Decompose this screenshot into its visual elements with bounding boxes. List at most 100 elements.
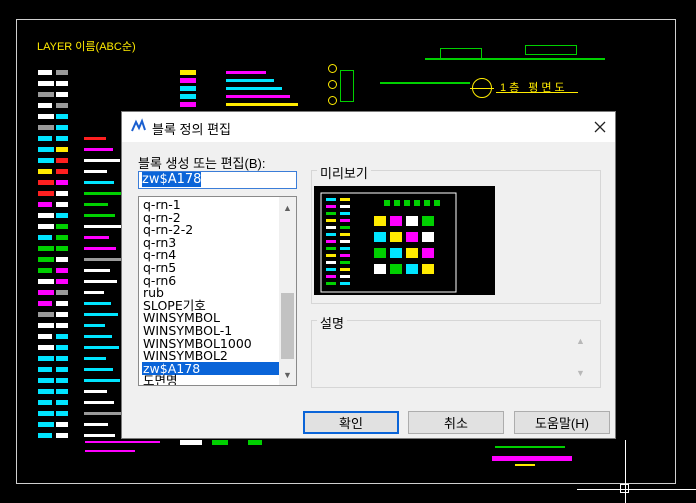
legend-text-line (84, 280, 117, 283)
preview-mark (424, 200, 430, 206)
legend-swatch (56, 191, 68, 196)
preview-mark (406, 248, 418, 258)
preview-mark (340, 219, 350, 222)
legend-swatch (56, 246, 68, 251)
legend-swatch (38, 367, 52, 372)
legend-swatch (38, 180, 54, 185)
preview-mark (406, 232, 418, 242)
legend-text-line (84, 214, 115, 217)
legend-swatch (38, 191, 54, 196)
dialog-title: 블록 정의 편집 (152, 122, 231, 137)
block-list-item[interactable]: 도면명 (142, 374, 280, 385)
legend-swatch (38, 301, 52, 306)
preview-mark (326, 261, 336, 264)
legend-swatch (38, 213, 54, 218)
legend-swatch (56, 268, 68, 273)
legend-text-line (84, 148, 113, 151)
legend-text-line (84, 159, 120, 162)
legend-swatch (56, 224, 68, 229)
legend-swatch (38, 103, 52, 108)
legend-text-line (84, 313, 118, 316)
legend-swatch (56, 213, 68, 218)
legend-swatch (56, 158, 68, 163)
legend-swatch (56, 114, 68, 119)
legend-text-line (84, 368, 113, 371)
preview-mark (422, 264, 434, 274)
block-name-input[interactable]: zw$A178 (138, 171, 297, 189)
legend-swatch (56, 345, 68, 350)
preview-mark (326, 226, 336, 229)
preview-mark (340, 233, 350, 236)
description-box[interactable]: ▲ ▼ (313, 324, 599, 386)
legend-text-line (84, 137, 106, 140)
legend-swatch (38, 158, 54, 163)
preview-mark (384, 200, 390, 206)
legend-swatch (38, 235, 52, 240)
legend-swatch (56, 400, 68, 405)
legend-swatch (38, 290, 54, 295)
legend-text-line (84, 258, 123, 261)
dialog-titlebar[interactable]: 블록 정의 편집 (122, 112, 615, 142)
legend-text-line (226, 71, 266, 74)
legend-text-line (84, 379, 120, 382)
legend-swatch (38, 114, 54, 119)
preview-mark (326, 268, 336, 271)
preview-mark (326, 233, 336, 236)
preview-mark (422, 248, 434, 258)
legend-swatch (38, 169, 52, 174)
preview-mark (422, 216, 434, 226)
legend-swatch (38, 279, 54, 284)
preview-mark (390, 248, 402, 258)
preview-mark (326, 212, 336, 215)
preview-mark (414, 200, 420, 206)
cursor-crosshair-horizontal (577, 489, 696, 490)
legend-text-line (84, 324, 105, 327)
preview-mark (340, 198, 350, 201)
legend-swatch (56, 334, 68, 339)
legend-swatch (56, 422, 68, 427)
legend-swatch (38, 147, 54, 152)
legend-swatch (38, 389, 54, 394)
preview-mark (390, 264, 402, 274)
block-preview (314, 186, 495, 295)
desc-scroll-up-icon: ▲ (576, 336, 585, 346)
scroll-thumb[interactable] (281, 293, 294, 359)
list-scrollbar[interactable]: ▲ ▼ (279, 197, 296, 385)
legend-swatch (38, 356, 54, 361)
legend-swatch (38, 323, 54, 328)
legend-swatch (38, 257, 54, 262)
preview-mark (340, 205, 350, 208)
legend-text-line (84, 346, 119, 349)
legend-swatch (56, 323, 68, 328)
legend-swatch (38, 125, 54, 130)
legend-swatch (56, 136, 68, 141)
scroll-up-icon[interactable]: ▲ (279, 199, 296, 216)
legend-swatch (180, 94, 196, 99)
legend-text-line (84, 291, 104, 294)
legend-swatch (56, 202, 68, 207)
scroll-down-icon[interactable]: ▼ (279, 366, 296, 383)
legend-swatch (38, 224, 54, 229)
legend-text-line (84, 181, 114, 184)
legend-text-line (84, 302, 111, 305)
legend-swatch (56, 81, 68, 86)
preview-thumbnail (320, 192, 457, 293)
help-button[interactable]: 도움말(H) (514, 411, 610, 434)
legend-swatch (180, 102, 196, 107)
preview-mark (326, 219, 336, 222)
block-listbox[interactable]: q-rn-1 q-rn-2 q-rn-2-2 q-rn3 q-rn4 q-rn5 q-rn6… (138, 196, 297, 386)
legend-swatch (38, 312, 54, 317)
ok-button[interactable]: 확인 (303, 411, 399, 434)
cursor-crosshair-vertical (625, 440, 626, 503)
legend-swatch (56, 180, 68, 185)
legend-swatch (56, 169, 68, 174)
legend-swatch (38, 70, 52, 75)
preview-mark (340, 240, 350, 243)
legend-swatch (38, 136, 52, 141)
cancel-button[interactable]: 취소 (408, 411, 504, 434)
legend-text-line (84, 225, 122, 228)
preview-mark (374, 216, 386, 226)
legend-swatch (38, 400, 52, 405)
legend-swatch (38, 378, 54, 383)
close-button[interactable] (585, 112, 615, 142)
